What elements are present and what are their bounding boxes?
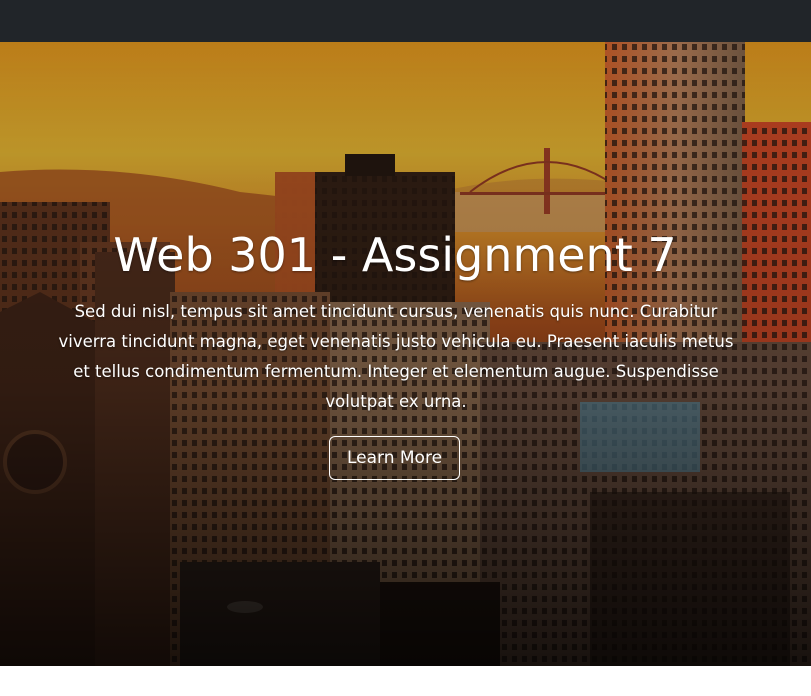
top-navbar: [0, 0, 811, 42]
page-bottom-strip: [0, 666, 811, 696]
learn-more-button[interactable]: Learn More: [329, 436, 460, 480]
hero-description: Sed dui nisl, tempus sit amet tincidunt …: [58, 302, 734, 411]
hero-content: Web 301 - Assignment 7 Sed dui nisl, tem…: [0, 42, 811, 666]
hero-section: Web 301 - Assignment 7 Sed dui nisl, tem…: [0, 42, 811, 666]
hero-title: Web 301 - Assignment 7: [113, 228, 677, 282]
